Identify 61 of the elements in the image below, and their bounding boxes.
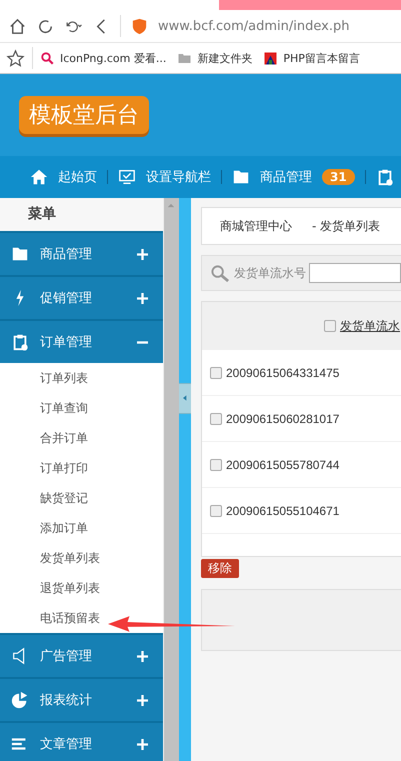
plus-icon <box>137 292 148 304</box>
checkbox[interactable] <box>210 366 222 378</box>
scroll-up-icon[interactable] <box>167 203 175 208</box>
menu-group-header[interactable]: 订单管理 <box>0 319 163 363</box>
menu-group-header[interactable]: 文章管理 <box>0 721 163 761</box>
plus-icon <box>137 650 148 662</box>
menu-item[interactable]: 订单查询 <box>0 393 163 423</box>
menu-item[interactable]: 添加订单 <box>0 513 163 543</box>
search-label: 发货单流水号 <box>234 264 306 282</box>
checkbox[interactable] <box>324 320 336 332</box>
breadcrumb-item[interactable]: - 发货单列表 <box>312 218 380 234</box>
home-icon[interactable] <box>8 16 27 36</box>
remove-button[interactable]: 移除 <box>201 559 239 578</box>
checkbox[interactable] <box>210 458 222 470</box>
menu-item[interactable]: 合并订单 <box>0 423 163 453</box>
nav-link[interactable]: 起始页 <box>58 168 97 186</box>
table-cell: 20090615055104671 <box>226 504 340 518</box>
nav-link[interactable]: 商品管理 <box>260 168 312 186</box>
table-cell: 20090615064331475 <box>226 366 340 380</box>
menu-item[interactable]: 订单列表 <box>0 363 163 393</box>
breadcrumb-item[interactable]: 商城管理中心 <box>220 218 292 234</box>
clipboard-icon <box>11 333 29 351</box>
menu-group-header[interactable]: 商品管理 <box>0 231 163 275</box>
home-icon[interactable] <box>30 168 48 186</box>
magnifier-icon <box>40 50 55 66</box>
bookmark-link[interactable]: 新建文件夹 <box>197 50 252 66</box>
caret-icon <box>183 395 187 401</box>
menu-group-header[interactable]: 报表统计 <box>0 677 163 721</box>
collapse-handle[interactable] <box>179 382 191 414</box>
clipboard-icon[interactable] <box>376 168 394 186</box>
checkbox[interactable] <box>210 504 222 516</box>
checkbox[interactable] <box>210 412 222 424</box>
site-icon <box>263 50 278 66</box>
folder-icon[interactable] <box>232 168 250 186</box>
plus-icon <box>137 694 148 706</box>
table-cell: 20090615055780744 <box>226 458 340 472</box>
scrollbar[interactable] <box>163 198 179 761</box>
menu-item[interactable]: 订单打印 <box>0 453 163 483</box>
address-text[interactable]: www.bcf.com/admin/index.ph <box>158 18 350 34</box>
bookmark-link[interactable]: IconPng.com 爱看... <box>60 50 166 66</box>
folder-icon <box>11 245 29 263</box>
shield-icon <box>130 16 149 36</box>
plus-icon <box>137 248 148 260</box>
nav-link[interactable]: 设置导航栏 <box>146 168 211 186</box>
menu-group-header[interactable]: 促销管理 <box>0 275 163 319</box>
pie-chart-icon <box>11 691 29 709</box>
search-icon <box>210 264 231 282</box>
bookmark-link[interactable]: PHP留言本留言 <box>283 50 360 66</box>
menu-item[interactable]: 退货单列表 <box>0 573 163 603</box>
search-field[interactable] <box>309 263 401 283</box>
menu-item[interactable]: 电话预留表 <box>0 603 163 633</box>
menu-item[interactable]: 缺货登记 <box>0 483 163 513</box>
count-badge: 31 <box>322 169 355 185</box>
column-header-link[interactable]: 发货单流水 <box>340 318 400 334</box>
monitor-icon[interactable] <box>118 168 136 186</box>
menu-title: 菜单 <box>0 198 163 231</box>
table-cell: 20090615060281017 <box>226 412 340 426</box>
star-icon[interactable] <box>6 48 25 68</box>
plus-icon <box>137 738 148 750</box>
menu-item[interactable]: 发货单列表 <box>0 543 163 573</box>
menu-group-header[interactable]: 广告管理 <box>0 633 163 677</box>
